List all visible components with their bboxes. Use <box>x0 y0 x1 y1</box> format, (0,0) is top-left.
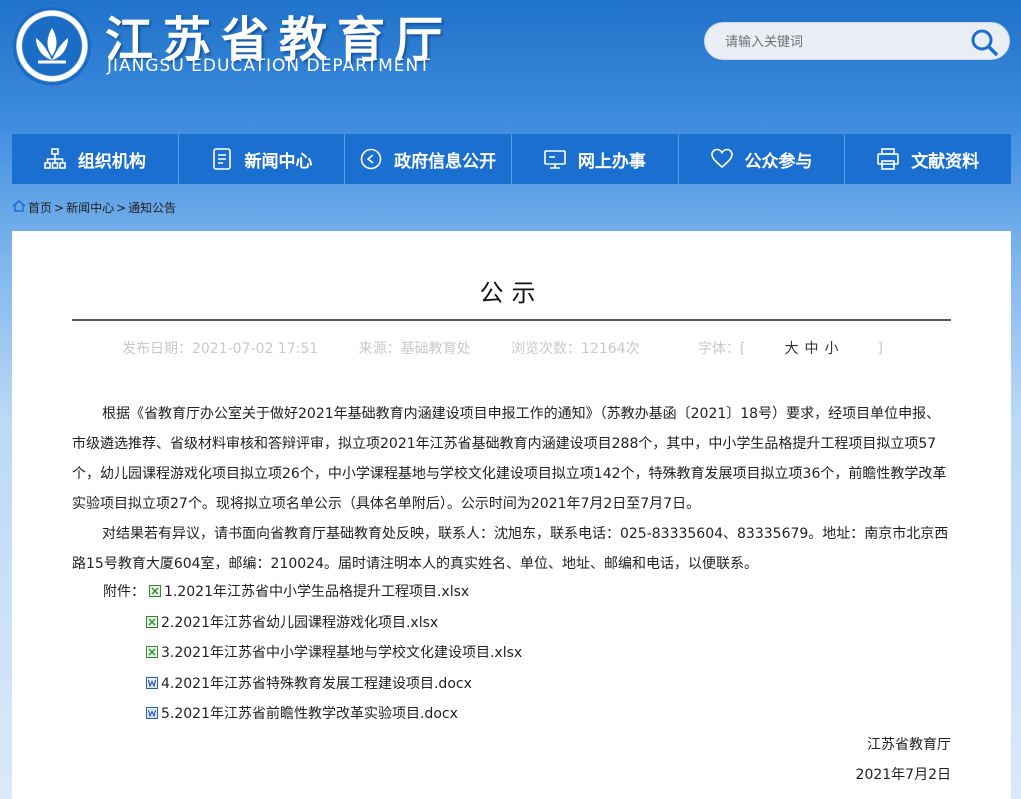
monitor-icon <box>544 148 566 170</box>
attachment-item: 附件： 1.2021年江苏省中小学生品格提升工程项目.xlsx <box>103 581 469 601</box>
document-icon <box>211 148 233 170</box>
attachment-link[interactable]: 5.2021年江苏省前瞻性教学改革实验项目.docx <box>161 703 458 723</box>
font-size-large[interactable]: 大 <box>785 341 799 357</box>
attachment-item: 2.2021年江苏省幼儿园课程游戏化项目.xlsx <box>146 612 438 632</box>
attachment-link[interactable]: 4.2021年江苏省特殊教育发展工程建设项目.docx <box>161 673 472 693</box>
font-size-small[interactable]: 小 <box>825 341 839 357</box>
excel-file-icon <box>146 646 158 658</box>
title-divider <box>72 319 951 321</box>
excel-file-icon <box>149 585 161 597</box>
nav-item-organization[interactable]: 组织机构 <box>12 134 179 184</box>
printer-icon <box>877 148 899 170</box>
publish-date: 发布日期：2021-07-02 17:51 <box>121 341 319 357</box>
font-size-medium[interactable]: 中 <box>805 341 819 357</box>
article-body: 根据《省教育厅办公室关于做好2021年基础教育内涵建设项目申报工作的通知》（苏教… <box>72 399 952 579</box>
article-source: 来源：基础教育处 <box>358 341 471 357</box>
breadcrumb-current[interactable]: 通知公告 <box>128 199 176 216</box>
attachment-link[interactable]: 3.2021年江苏省中小学课程基地与学校文化建设项目.xlsx <box>161 642 522 662</box>
org-chart-icon <box>44 148 66 170</box>
nav-item-info-disclosure[interactable]: 政府信息公开 <box>345 134 513 184</box>
breadcrumb-home[interactable]: 首页 <box>28 199 52 216</box>
signature-org: 江苏省教育厅 <box>867 737 951 753</box>
site-header: 江苏省教育厅 JIANGSU EDUCATION DEPARTMENT <box>0 0 1021 118</box>
heart-icon <box>710 148 733 170</box>
home-icon[interactable] <box>12 200 26 215</box>
search-input[interactable] <box>723 31 957 53</box>
site-subtitle: JIANGSU EDUCATION DEPARTMENT <box>107 56 431 76</box>
font-size-label: 字体：[ <box>698 341 746 357</box>
view-count: 浏览次数：12164次 <box>511 341 640 357</box>
excel-file-icon <box>146 616 158 628</box>
nav-label: 文献资料 <box>911 151 980 172</box>
nav-item-news[interactable]: 新闻中心 <box>179 134 346 184</box>
article-title: 公示 <box>479 279 544 307</box>
attachment-item: 4.2021年江苏省特殊教育发展工程建设项目.docx <box>146 673 472 693</box>
breadcrumb-separator: > <box>116 200 127 215</box>
search-box <box>704 22 1010 60</box>
nav-item-literature[interactable]: 文献资料 <box>845 134 1011 184</box>
breadcrumb-separator: > <box>54 200 65 215</box>
word-file-icon <box>146 707 158 719</box>
nav-label: 政府信息公开 <box>394 151 497 172</box>
paragraph: 根据《省教育厅办公室关于做好2021年基础教育内涵建设项目申报工作的通知》（苏教… <box>72 406 947 512</box>
nav-label: 组织机构 <box>77 151 146 172</box>
attachment-link[interactable]: 2.2021年江苏省幼儿园课程游戏化项目.xlsx <box>161 612 438 632</box>
attachment-item: 5.2021年江苏省前瞻性教学改革实验项目.docx <box>146 703 458 723</box>
article-meta: 发布日期：2021-07-02 17:51 来源：基础教育处 浏览次数：1216… <box>12 338 1011 358</box>
nav-label: 新闻中心 <box>244 151 313 172</box>
attachment-item: 3.2021年江苏省中小学课程基地与学校文化建设项目.xlsx <box>146 642 522 662</box>
font-size-switcher: 字体：[大中小] <box>698 341 883 357</box>
breadcrumb: 首页 > 新闻中心 > 通知公告 <box>12 199 178 216</box>
signature-date: 2021年7月2日 <box>855 767 951 783</box>
main-nav: 组织机构 新闻中心 政府信息公开 网上办事 公众参与 文献资料 <box>12 134 1011 184</box>
attachments-label: 附件： <box>103 584 145 600</box>
lotus-emblem-icon[interactable] <box>12 6 92 86</box>
nav-item-online-services[interactable]: 网上办事 <box>512 134 679 184</box>
article-panel: 公示 发布日期：2021-07-02 17:51 来源：基础教育处 浏览次数：1… <box>12 231 1011 799</box>
nav-label: 网上办事 <box>577 151 646 172</box>
nav-item-public-participation[interactable]: 公众参与 <box>679 134 846 184</box>
nav-label: 公众参与 <box>744 151 813 172</box>
breadcrumb-news[interactable]: 新闻中心 <box>66 199 114 216</box>
search-icon[interactable] <box>969 27 999 57</box>
paragraph: 对结果若有异议，请书面向省教育厅基础教育处反映，联系人：沈旭东，联系电话：025… <box>72 526 949 572</box>
sound-icon <box>360 148 382 170</box>
word-file-icon <box>146 677 158 689</box>
attachment-link[interactable]: 1.2021年江苏省中小学生品格提升工程项目.xlsx <box>164 581 469 601</box>
